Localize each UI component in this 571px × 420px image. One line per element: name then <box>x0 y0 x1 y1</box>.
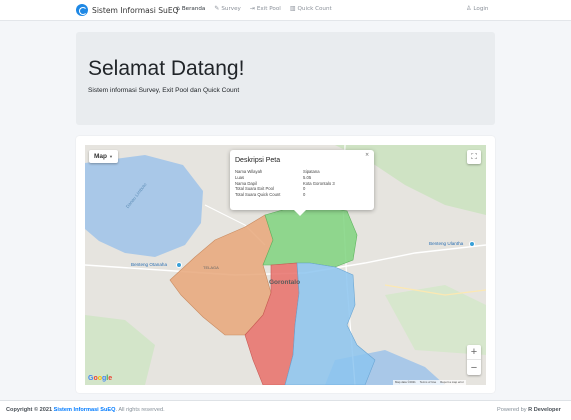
logo-letter: e <box>108 375 113 382</box>
fullscreen-icon: ⛶ <box>471 152 477 161</box>
copyright-prefix: Copyright © 2021 <box>6 407 53 413</box>
google-map[interactable]: Danau Limboto TELAGA Gorontalo Benteng O… <box>85 145 486 385</box>
brand-name: Sistem Informasi SuEQ <box>92 5 179 15</box>
copyright-suffix: . All rights reserved. <box>115 407 165 413</box>
info-key: Total Suara Quick Count <box>235 192 281 198</box>
welcome-jumbotron: Selamat Datang! Sistem informasi Survey,… <box>76 32 495 125</box>
caret-down-icon: ▼ <box>109 154 113 159</box>
nav-item-exit-pool[interactable]: ⇥ Exit Pool <box>249 5 281 13</box>
page-footer: Copyright © 2021 Sistem Informasi SuEQ. … <box>0 400 571 420</box>
top-navbar: Sistem Informasi SuEQ ⌂ Beranda ✎ Survey… <box>0 0 571 21</box>
chart-icon: ▥ <box>289 5 296 12</box>
login-label: Login <box>473 6 489 12</box>
map-lake <box>85 155 203 257</box>
copyright-text: Copyright © 2021 Sistem Informasi SuEQ. … <box>6 407 165 413</box>
nav-item-beranda[interactable]: ⌂ Beranda <box>176 5 206 13</box>
exit-icon: ⇥ <box>249 5 255 12</box>
info-window-table: Nama Wilayah Sipatana Luas 5.05 Nama Dap… <box>235 169 335 198</box>
main-nav: ⌂ Beranda ✎ Survey ⇥ Exit Pool ▥ Quick C… <box>176 5 332 13</box>
map-region-green[interactable] <box>262 204 358 268</box>
terms-link[interactable]: Terms of Use <box>420 380 436 385</box>
fullscreen-button[interactable]: ⛶ <box>467 150 481 164</box>
google-logo[interactable]: Google <box>88 375 112 382</box>
zoom-control: + − <box>467 345 481 375</box>
poi-label: Benteng Ulantha <box>429 241 464 246</box>
map-card: Danau Limboto TELAGA Gorontalo Benteng O… <box>76 136 495 393</box>
user-icon: ♙ <box>466 5 472 12</box>
nav-item-label: Exit Pool <box>256 6 281 12</box>
info-window-title: Deskripsi Peta <box>235 157 281 164</box>
map-attribution: Map data ©2021 Terms of Use Report a map… <box>393 380 466 385</box>
copyright-link[interactable]: Sistem Informasi SuEQ <box>54 407 116 413</box>
info-row: Total Suara Quick Count 0 <box>235 192 335 198</box>
login-link[interactable]: ♙ Login <box>466 5 489 13</box>
brand-link[interactable]: Sistem Informasi SuEQ <box>76 4 179 16</box>
edit-icon: ✎ <box>214 5 220 12</box>
nav-item-survey[interactable]: ✎ Survey <box>214 5 241 13</box>
zoom-out-button[interactable]: − <box>467 360 481 375</box>
zoom-in-button[interactable]: + <box>467 345 481 360</box>
close-icon[interactable]: × <box>365 152 369 158</box>
info-value: 0 <box>303 192 306 198</box>
poi-label: Benteng Otanaha <box>131 262 168 267</box>
page-title: Selamat Datang! <box>88 57 245 80</box>
report-error-link[interactable]: Report a map error <box>440 380 464 385</box>
city-label: Gorontalo <box>269 279 301 286</box>
poi-marker-icon[interactable] <box>176 262 182 268</box>
powered-name: R Developer <box>528 407 561 413</box>
powered-by-text: Powered by R Developer <box>497 407 561 413</box>
nav-item-quick-count[interactable]: ▥ Quick Count <box>289 5 332 13</box>
map-info-window: × Deskripsi Peta Nama Wilayah Sipatana L… <box>230 150 374 216</box>
info-value: Kota Gorontalo 3 <box>303 180 335 186</box>
nav-item-label: Beranda <box>181 6 206 12</box>
nav-item-label: Quick Count <box>297 6 332 12</box>
district-label: TELAGA <box>203 265 219 270</box>
poi-marker-icon[interactable] <box>469 241 475 247</box>
map-type-label: Map <box>94 153 107 160</box>
page-subtitle: Sistem informasi Survey, Exit Pool dan Q… <box>88 87 240 94</box>
home-icon: ⌂ <box>176 5 180 12</box>
brand-logo-icon <box>76 4 88 16</box>
powered-prefix: Powered by <box>497 407 527 413</box>
nav-item-label: Survey <box>221 6 241 12</box>
map-data-text: Map data ©2021 <box>395 380 416 384</box>
map-type-button[interactable]: Map ▼ <box>89 150 118 163</box>
